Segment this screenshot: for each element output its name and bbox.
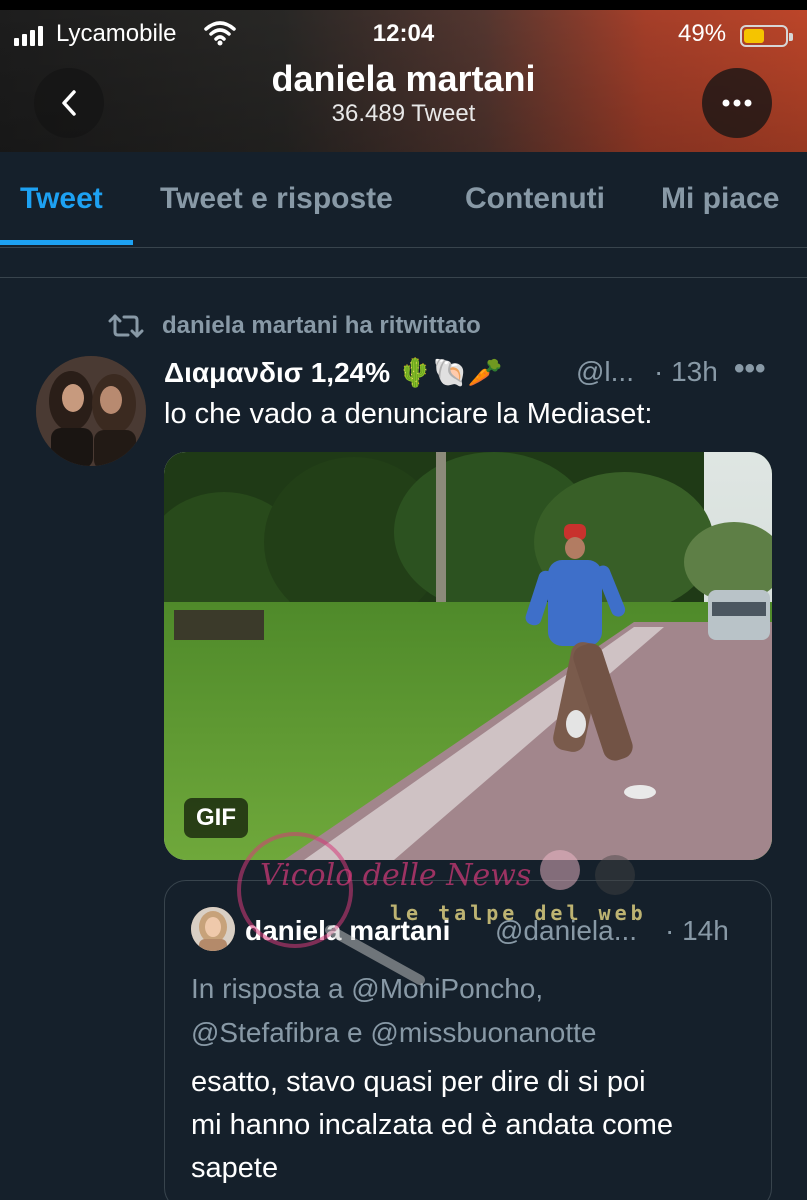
tweet-text: lo che vado a denunciare la Mediaset: <box>164 398 653 430</box>
author-handle[interactable]: @l... <box>576 356 634 388</box>
quoted-author-avatar[interactable] <box>191 907 235 951</box>
more-dots-icon <box>722 99 752 107</box>
active-tab-indicator <box>0 240 133 245</box>
status-bar-edge <box>0 0 807 10</box>
status-bar: Lycamobile 12:04 49% <box>0 18 807 52</box>
tab-mi-piace[interactable]: Mi piace <box>661 182 779 216</box>
author-avatar[interactable] <box>36 356 146 466</box>
section-divider <box>0 250 807 278</box>
tweet-timestamp[interactable]: · 13h <box>654 356 718 388</box>
gif-image <box>164 452 772 860</box>
gif-badge: GIF <box>184 798 248 838</box>
profile-tabs: Tweet Tweet e risposte Contenuti Mi piac… <box>0 152 807 248</box>
reply-context-line[interactable]: In risposta a @MoniPoncho, <box>191 967 751 1011</box>
retweet-icon <box>108 314 144 338</box>
tab-tweet[interactable]: Tweet <box>20 182 103 216</box>
tweet-more-button[interactable]: ••• <box>734 352 766 386</box>
quoted-text-line: mi hanno incalzata ed è andata come <box>191 1109 674 1141</box>
tweet-gif[interactable]: GIF <box>164 452 772 860</box>
quoted-tweet[interactable]: daniela martani @daniela... · 14h In ris… <box>164 880 772 1200</box>
quoted-text-line: esatto, stavo quasi per dire di si poi <box>191 1066 646 1098</box>
tab-contenuti[interactable]: Contenuti <box>465 182 605 216</box>
quoted-text-line: sapete <box>191 1152 279 1184</box>
reply-context: In risposta a @MoniPoncho, @Stefafibra e… <box>191 967 751 1055</box>
profile-name: daniela martani <box>271 58 536 99</box>
quoted-tweet-text: esatto, stavo quasi per dire di si poi m… <box>191 1061 761 1190</box>
tweet-header: Διαμανδισ 1,24% 🌵🐚🥕 @l... · 13h ••• <box>164 352 784 392</box>
reply-context-line[interactable]: @Stefafibra e @missbuonanotte <box>191 1011 751 1055</box>
quoted-timestamp[interactable]: · 14h <box>665 915 729 947</box>
author-name[interactable]: Διαμανδισ 1,24% 🌵🐚🥕 <box>164 356 503 389</box>
retweet-label: daniela martani ha ritwittato <box>162 312 481 339</box>
retweet-context: daniela martani ha ritwittato <box>108 312 481 340</box>
quoted-author-handle[interactable]: @daniela... <box>495 915 637 947</box>
more-options-button[interactable] <box>702 68 772 138</box>
battery-percent: 49% <box>678 20 727 47</box>
battery-icon <box>740 25 793 47</box>
tweet-count: 36.489 Tweet <box>331 100 476 127</box>
quoted-author-name[interactable]: daniela martani <box>245 915 450 947</box>
tab-tweet-e-risposte[interactable]: Tweet e risposte <box>160 182 393 216</box>
